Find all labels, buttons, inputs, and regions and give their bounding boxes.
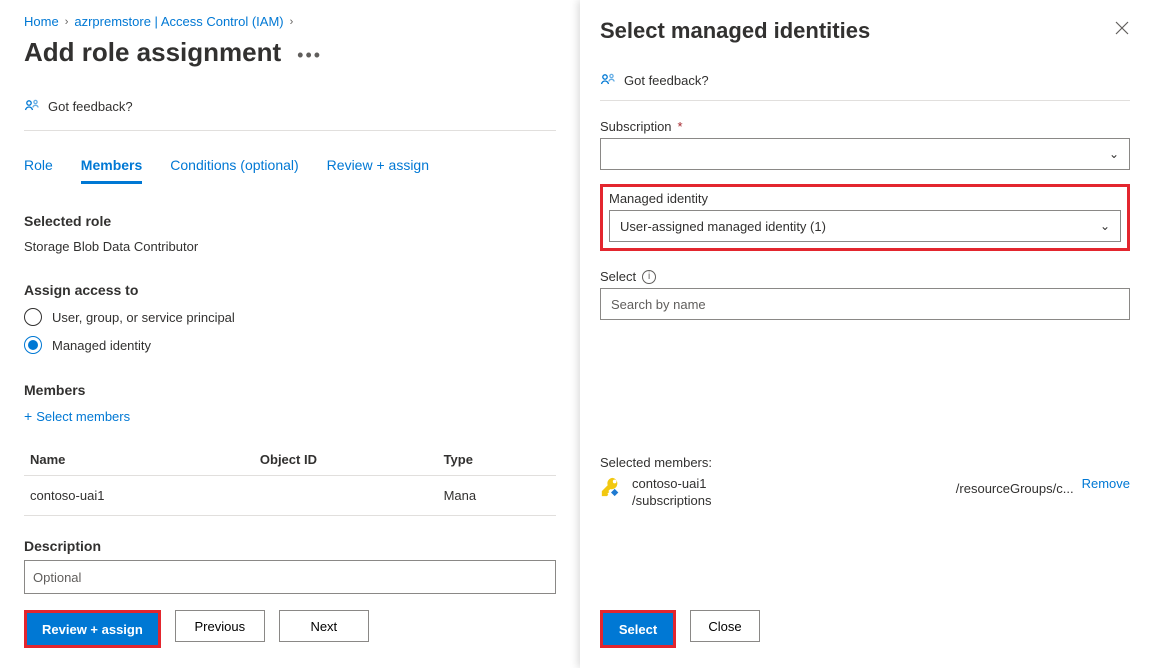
radio-icon <box>24 308 42 326</box>
managed-identity-select[interactable]: User-assigned managed identity (1) ⌄ <box>609 210 1121 242</box>
highlight-select: Select <box>600 610 676 648</box>
divider <box>600 100 1130 101</box>
page-footer: Review + assign Previous Next <box>24 610 369 648</box>
cell-name: contoso-uai1 <box>24 476 254 516</box>
description-label: Description <box>24 538 556 554</box>
col-object-id[interactable]: Object ID <box>254 444 438 476</box>
tabs: Role Members Conditions (optional) Revie… <box>24 157 556 185</box>
chevron-right-icon: › <box>290 16 294 28</box>
add-role-assignment-page: Home › azrpremstore | Access Control (IA… <box>0 0 580 668</box>
feedback-icon <box>600 72 616 88</box>
select-label-text: Select <box>600 269 636 284</box>
breadcrumb-resource[interactable]: azrpremstore | Access Control (IAM) <box>74 14 283 29</box>
panel-feedback-link[interactable]: Got feedback? <box>600 72 709 88</box>
select-members-link[interactable]: + Select members <box>24 408 130 424</box>
description-input[interactable] <box>24 560 556 594</box>
close-icon <box>1114 20 1130 36</box>
tab-role[interactable]: Role <box>24 157 53 184</box>
selected-role-label: Selected role <box>24 213 556 229</box>
managed-identity-label: Managed identity <box>609 191 1121 206</box>
info-icon[interactable]: i <box>642 270 656 284</box>
select-members-label: Select members <box>36 409 130 424</box>
selected-member-row: contoso-uai1 /subscriptions /resourceGro… <box>600 476 1130 508</box>
managed-identity-icon <box>600 476 622 501</box>
selected-members-section: Selected members: contoso-uai1 /subscrip… <box>600 455 1130 508</box>
member-search-input[interactable] <box>600 288 1130 320</box>
previous-button[interactable]: Previous <box>175 610 265 642</box>
selected-member-path-left: /subscriptions <box>632 493 711 508</box>
next-button[interactable]: Next <box>279 610 369 642</box>
managed-identity-value: User-assigned managed identity (1) <box>620 219 826 234</box>
subscription-label: Subscription * <box>600 119 1130 134</box>
panel-title: Select managed identities <box>600 18 1130 44</box>
breadcrumb: Home › azrpremstore | Access Control (IA… <box>24 14 556 29</box>
chevron-down-icon: ⌄ <box>1100 219 1110 233</box>
table-row[interactable]: contoso-uai1 Mana <box>24 476 556 516</box>
subscription-label-text: Subscription <box>600 119 672 134</box>
chevron-down-icon: ⌄ <box>1109 147 1119 161</box>
cell-type: Mana <box>438 476 556 516</box>
feedback-link[interactable]: Got feedback? <box>24 98 133 114</box>
selected-members-label: Selected members: <box>600 455 1130 470</box>
more-actions-icon[interactable]: ••• <box>297 45 322 66</box>
tab-members[interactable]: Members <box>81 157 142 184</box>
feedback-icon <box>24 98 40 114</box>
selected-role-value: Storage Blob Data Contributor <box>24 239 556 254</box>
chevron-right-icon: › <box>65 16 69 28</box>
panel-feedback-label: Got feedback? <box>624 73 709 88</box>
col-type[interactable]: Type <box>438 444 556 476</box>
radio-label: Managed identity <box>52 338 151 353</box>
close-button[interactable]: Close <box>690 610 760 642</box>
members-table: Name Object ID Type contoso-uai1 Mana <box>24 444 556 516</box>
close-panel-button[interactable] <box>1114 20 1130 39</box>
highlight-managed-identity: Managed identity User-assigned managed i… <box>600 184 1130 251</box>
page-title: Add role assignment <box>24 37 281 68</box>
members-label: Members <box>24 382 556 398</box>
breadcrumb-home[interactable]: Home <box>24 14 59 29</box>
selected-member-text: contoso-uai1 /subscriptions <box>632 476 711 508</box>
panel-footer: Select Close <box>600 610 760 648</box>
selected-member-path-right: /resourceGroups/c... <box>956 481 1074 496</box>
assign-access-label: Assign access to <box>24 282 556 298</box>
radio-user-group-sp[interactable]: User, group, or service principal <box>24 308 556 326</box>
radio-icon <box>24 336 42 354</box>
select-button[interactable]: Select <box>603 613 673 645</box>
cell-object-id <box>254 476 438 516</box>
divider <box>24 130 556 131</box>
review-assign-button[interactable]: Review + assign <box>27 613 158 645</box>
selected-member-name: contoso-uai1 <box>632 476 711 491</box>
required-asterisk: * <box>678 119 683 134</box>
tab-review[interactable]: Review + assign <box>327 157 429 184</box>
tab-conditions[interactable]: Conditions (optional) <box>170 157 298 184</box>
select-label: Select i <box>600 269 1130 284</box>
subscription-select[interactable]: ⌄ <box>600 138 1130 170</box>
radio-label: User, group, or service principal <box>52 310 235 325</box>
select-managed-identities-panel: Select managed identities Got feedback? … <box>580 0 1150 668</box>
highlight-review-assign: Review + assign <box>24 610 161 648</box>
remove-member-link[interactable]: Remove <box>1082 476 1130 491</box>
col-name[interactable]: Name <box>24 444 254 476</box>
feedback-label: Got feedback? <box>48 99 133 114</box>
plus-icon: + <box>24 408 32 424</box>
radio-managed-identity[interactable]: Managed identity <box>24 336 556 354</box>
